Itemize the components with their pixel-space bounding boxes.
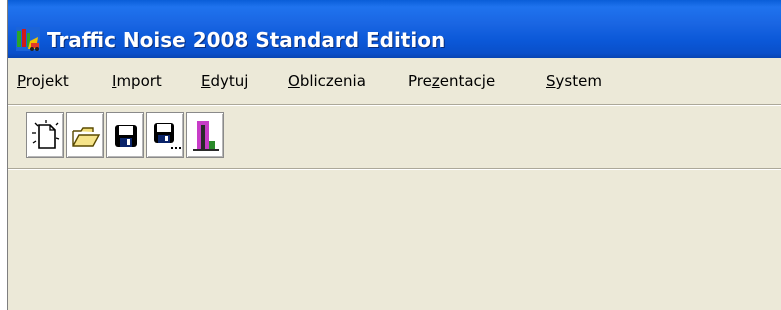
menu-obliczenia[interactable]: Obliczenia: [288, 72, 366, 90]
menu-system[interactable]: System: [546, 72, 602, 90]
presentation-button[interactable]: [186, 112, 224, 158]
menu-separator: [8, 104, 781, 106]
open-project-button[interactable]: [66, 112, 104, 158]
workspace-area: [8, 170, 781, 310]
menu-bar: Projekt Import Edytuj Obliczenia Prezent…: [8, 70, 781, 94]
traffic-noise-app-icon: [16, 27, 40, 51]
new-document-icon: [32, 120, 60, 149]
save-as-icon: [154, 123, 181, 149]
menu-edytuj[interactable]: Edytuj: [201, 72, 248, 90]
save-icon: [115, 125, 137, 147]
save-as-button[interactable]: [146, 112, 184, 158]
new-project-button[interactable]: [26, 112, 64, 158]
open-folder-icon: [72, 127, 101, 147]
title-bar[interactable]: Traffic Noise 2008 Standard Edition: [8, 0, 781, 58]
menu-prezentacje[interactable]: Prezentacje: [408, 72, 495, 90]
menu-import[interactable]: Import: [112, 72, 162, 90]
presentation-bars-icon: [193, 121, 219, 151]
menu-projekt[interactable]: Projekt: [17, 72, 69, 90]
save-button[interactable]: [106, 112, 144, 158]
app-window: Traffic Noise 2008 Standard Edition Proj…: [7, 0, 781, 310]
window-title: Traffic Noise 2008 Standard Edition: [47, 28, 446, 52]
